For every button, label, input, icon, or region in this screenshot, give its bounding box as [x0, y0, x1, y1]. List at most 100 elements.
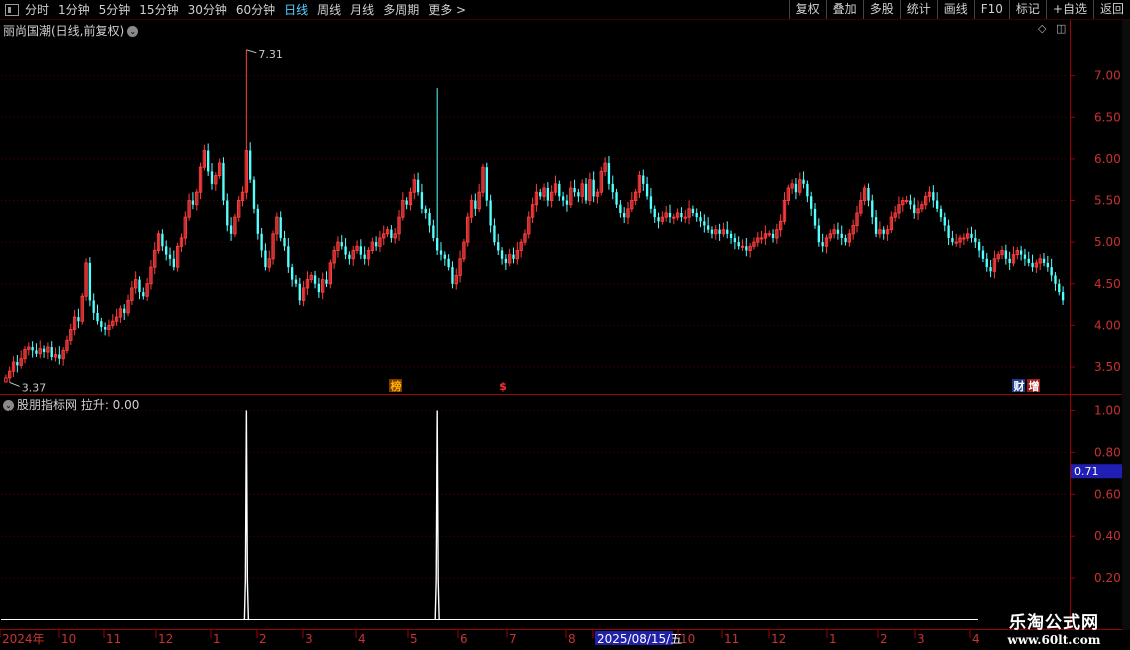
- price-tick-label: 3.50: [1094, 360, 1121, 374]
- candle-body-down: [248, 150, 252, 180]
- candle-body-down: [840, 233, 843, 238]
- candle-body-down: [623, 213, 626, 218]
- candle-body-down: [290, 267, 294, 280]
- candle-body-down: [806, 183, 809, 197]
- candle-body-down: [439, 250, 443, 255]
- date-tick-label: 8: [568, 632, 576, 646]
- indicator-tick-label: 0.60: [1094, 487, 1121, 501]
- candle-body-down: [474, 200, 477, 209]
- date-tick-label: 2025/08/15/五: [597, 632, 682, 646]
- candle-body-down: [16, 362, 19, 366]
- candle-body-down: [260, 233, 263, 251]
- candle-body-down: [584, 183, 588, 201]
- candle-body-down: [504, 258, 508, 263]
- candle-body-down: [558, 183, 561, 197]
- max-price-label: 7.31: [258, 48, 283, 61]
- date-tick-label: 7: [509, 632, 517, 646]
- min-price-label: 3.37: [22, 381, 47, 394]
- candle-body-down: [138, 279, 141, 293]
- price-tick-label: 4.00: [1094, 318, 1121, 332]
- indicator-spike: [243, 410, 250, 621]
- date-tick-label: 11: [106, 632, 121, 646]
- candle-body-down: [653, 208, 656, 218]
- candle-body-down: [1061, 292, 1065, 301]
- date-tick-label: 3: [305, 632, 313, 646]
- candle-body-down: [256, 208, 259, 234]
- date-tick-label: 3: [917, 632, 925, 646]
- candle-body-down: [970, 233, 973, 238]
- candle-body-down: [699, 217, 702, 222]
- candle-body-down: [565, 200, 569, 205]
- kline-chart[interactable]: 7.00 6.50 6.00 5.50 5.00 4.50 4.00 3.50 1.00 0.80…: [0, 0, 1130, 650]
- candle-body-down: [794, 183, 798, 193]
- candle-body-down: [31, 347, 34, 351]
- candle-body-down: [100, 321, 103, 328]
- candle-body-down: [88, 262, 92, 301]
- candle-body-down: [416, 179, 420, 193]
- candle-body-down: [607, 163, 611, 184]
- candle-body-down: [50, 347, 53, 358]
- event-marker: 财: [1013, 379, 1025, 393]
- candle-body-down: [1023, 254, 1027, 259]
- event-marker: 榜: [391, 379, 402, 393]
- candle-body-down: [680, 213, 683, 218]
- price-tick-label: 7.00: [1094, 69, 1121, 83]
- candle-body-down: [325, 279, 328, 284]
- candle-body-down: [1031, 262, 1034, 268]
- candle-body-down: [813, 208, 817, 226]
- candle-body-down: [428, 213, 431, 226]
- candle-body-down: [539, 192, 542, 197]
- candle-body-down: [947, 225, 950, 238]
- candle-body-down: [645, 183, 649, 197]
- candle-body-down: [359, 246, 363, 255]
- candle-body-down: [420, 192, 424, 209]
- candle-body-down: [546, 188, 550, 201]
- candle-body-down: [500, 250, 504, 259]
- candle-body-down: [390, 229, 393, 238]
- candle-body-up: [767, 233, 771, 236]
- price-tick-label: 4.50: [1094, 277, 1121, 291]
- date-tick-label: 12: [158, 632, 173, 646]
- candle-body-down: [706, 225, 710, 230]
- candle-body-down: [443, 254, 446, 259]
- price-tick-label: 6.50: [1094, 110, 1121, 124]
- candle-body-down: [882, 229, 885, 234]
- candle-body-down: [42, 348, 46, 353]
- candle-body-down: [432, 225, 435, 238]
- candle-body-down: [348, 254, 351, 259]
- candle-body-up: [672, 216, 676, 219]
- date-tick-label: 2024年: [2, 632, 45, 646]
- candle-body-down: [313, 275, 317, 284]
- date-tick-label: 12: [771, 632, 786, 646]
- candle-body-down: [279, 217, 282, 238]
- candle-body-down: [691, 208, 695, 213]
- candle-body-down: [168, 254, 172, 259]
- candle-body-down: [447, 258, 450, 268]
- event-marker: $: [499, 380, 507, 393]
- indicator-tick-label: 0.40: [1094, 529, 1121, 543]
- candle-body-down: [642, 175, 645, 184]
- indicator-spike: [434, 410, 440, 621]
- candle-body-down: [497, 242, 500, 251]
- price-tick-label: 5.50: [1094, 194, 1121, 208]
- candle-body-down: [424, 208, 427, 213]
- candle-body-down: [1008, 258, 1011, 263]
- candle-body-down: [489, 200, 492, 226]
- candle-body-down: [844, 237, 847, 243]
- candle-body-down: [951, 237, 954, 243]
- candle-body-down: [874, 217, 878, 234]
- candle-body-down: [96, 312, 99, 322]
- candle-body-down: [252, 179, 256, 209]
- candle-body-down: [161, 233, 164, 247]
- candle-body-up: [904, 200, 909, 203]
- date-tick-label: 1: [829, 632, 837, 646]
- candle-body-down: [871, 200, 874, 218]
- candle-body-down: [943, 217, 946, 226]
- candle-body-down: [485, 167, 488, 201]
- candle-body-down: [1058, 283, 1061, 293]
- candle-body-down: [771, 233, 775, 238]
- candle-body-down: [1046, 262, 1050, 268]
- candle-body-down: [573, 188, 576, 193]
- candle-body-down: [649, 196, 653, 209]
- indicator-series: [1, 410, 978, 621]
